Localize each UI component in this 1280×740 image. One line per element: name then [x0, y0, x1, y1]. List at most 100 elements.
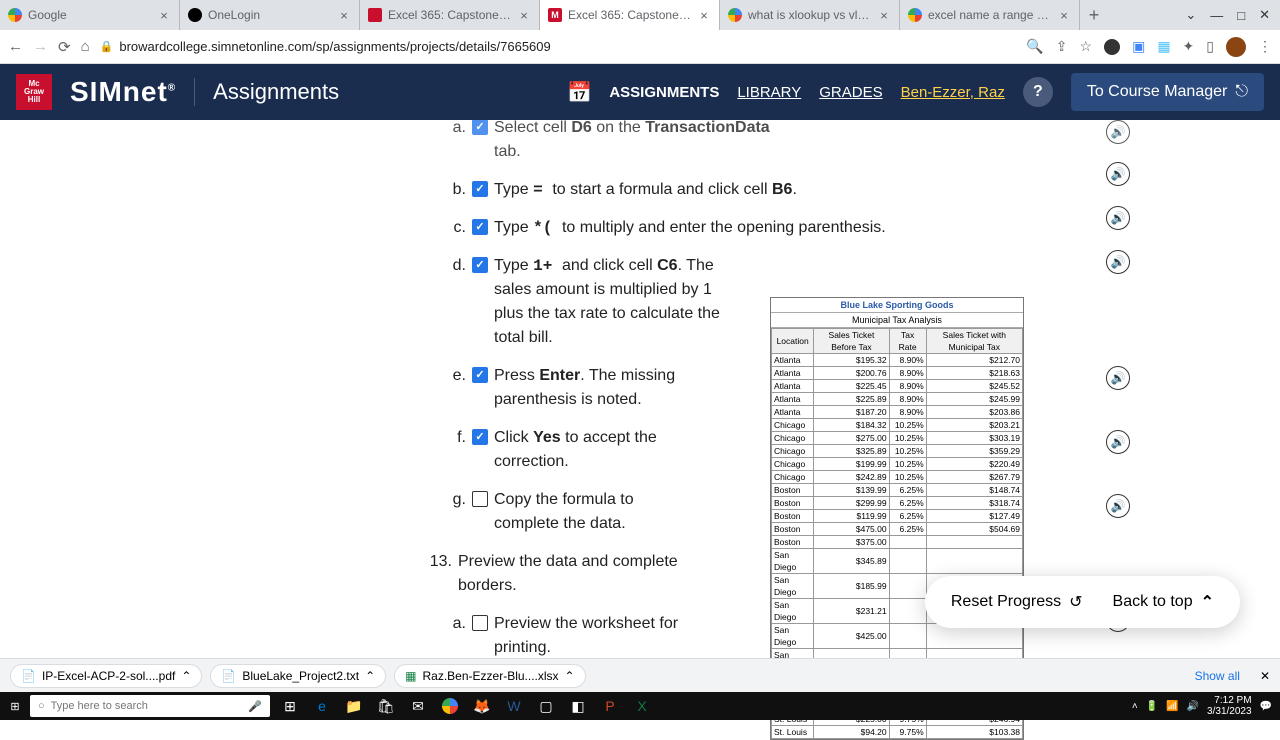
- brand: SIMnet®: [70, 76, 176, 108]
- checkbox-checked[interactable]: ✓: [472, 367, 488, 383]
- menu-icon[interactable]: ⋮: [1258, 38, 1272, 55]
- reload-icon[interactable]: ⟳: [58, 38, 71, 56]
- tab-xlookup[interactable]: what is xlookup vs vlookup - Go ×: [720, 0, 900, 30]
- speaker-icon[interactable]: 🔊: [1106, 430, 1130, 454]
- tray-chevron-icon[interactable]: ˄: [1132, 701, 1138, 712]
- google-icon: [8, 8, 22, 22]
- checkbox-unchecked[interactable]: [472, 615, 488, 631]
- extension-icon[interactable]: ▦: [1157, 38, 1170, 55]
- reset-progress-button[interactable]: Reset Progress↺: [951, 592, 1083, 612]
- system-tray: ˄ 🔋 📶 🔊 7:12 PM3/31/2023 💬: [1124, 695, 1280, 717]
- step-text: Copy the formula to complete the data.: [494, 488, 664, 536]
- url-bar[interactable]: 🔒 browardcollege.simnetonline.com/sp/ass…: [100, 39, 1017, 54]
- tab-capstone-sil[interactable]: MExcel 365: Capstone Project - SII×: [540, 0, 720, 30]
- store-icon[interactable]: 🛍: [372, 694, 400, 718]
- download-name: BlueLake_Project2.txt: [242, 669, 359, 683]
- minimize-icon[interactable]: —: [1210, 8, 1223, 23]
- date: 3/31/2023: [1207, 706, 1252, 717]
- chevron-up-icon[interactable]: ⌃: [365, 669, 375, 683]
- checkbox-unchecked[interactable]: [472, 491, 488, 507]
- new-tab-button[interactable]: +: [1080, 0, 1108, 30]
- speaker-icon[interactable]: 🔊: [1106, 162, 1130, 186]
- step-b: b. ✓ Type = to start a formula and click…: [450, 178, 1280, 202]
- google-icon: [908, 8, 922, 22]
- app-header: McGrawHill SIMnet® Assignments 📅 ASSIGNM…: [0, 64, 1280, 120]
- profile-avatar[interactable]: [1226, 37, 1246, 57]
- notifications-icon[interactable]: 💬: [1260, 701, 1272, 712]
- back-to-top-button[interactable]: Back to top⌃: [1113, 592, 1214, 612]
- download-item[interactable]: 📄BlueLake_Project2.txt⌃: [210, 664, 386, 688]
- volume-icon[interactable]: 🔊: [1187, 701, 1199, 712]
- speaker-icon[interactable]: 🔊: [1106, 120, 1130, 144]
- mic-icon[interactable]: 🎤: [248, 700, 262, 713]
- speaker-icon[interactable]: 🔊: [1106, 250, 1130, 274]
- edge-icon[interactable]: e: [308, 694, 336, 718]
- app-icon[interactable]: ▢: [532, 694, 560, 718]
- extension-icon[interactable]: ▣: [1132, 38, 1145, 55]
- back-icon[interactable]: ←: [8, 38, 23, 55]
- close-icon[interactable]: ×: [697, 8, 711, 22]
- checkbox-checked[interactable]: ✓: [472, 120, 488, 135]
- exit-icon: ⎋: [1235, 83, 1248, 101]
- mcgraw-hill-logo: McGrawHill: [16, 74, 52, 110]
- course-manager-button[interactable]: To Course Manager ⎋: [1071, 73, 1264, 111]
- chevron-up-icon[interactable]: ⌃: [181, 669, 191, 683]
- tab-label: what is xlookup vs vlookup - Go: [748, 8, 871, 22]
- help-icon[interactable]: ?: [1023, 77, 1053, 107]
- show-all-link[interactable]: Show all: [1195, 669, 1240, 683]
- taskbar-search[interactable]: ○Type here to search🎤: [30, 695, 270, 717]
- checkbox-checked[interactable]: ✓: [472, 181, 488, 197]
- close-icon[interactable]: ✕: [1260, 669, 1270, 683]
- close-icon[interactable]: ×: [877, 8, 891, 22]
- step-letter: a.: [450, 120, 466, 164]
- close-window-icon[interactable]: ✕: [1259, 7, 1270, 23]
- share-icon[interactable]: ⇪: [1056, 38, 1068, 55]
- speaker-icon[interactable]: 🔊: [1106, 206, 1130, 230]
- calendar-icon[interactable]: 📅: [567, 80, 591, 104]
- chevron-up-icon[interactable]: ⌃: [565, 669, 575, 683]
- explorer-icon[interactable]: 📁: [340, 694, 368, 718]
- task-view-icon[interactable]: ⊞: [276, 694, 304, 718]
- app-icon[interactable]: ◧: [564, 694, 592, 718]
- nav-library[interactable]: LIBRARY: [737, 84, 801, 101]
- speaker-icon[interactable]: 🔊: [1106, 494, 1130, 518]
- tab-capstone-cc[interactable]: Excel 365: Capstone Project - CC×: [360, 0, 540, 30]
- word-icon[interactable]: W: [500, 694, 528, 718]
- checkbox-checked[interactable]: ✓: [472, 429, 488, 445]
- window-controls: ⌄ — □ ✕: [1175, 0, 1280, 30]
- user-link[interactable]: Ben-Ezzer, Raz: [901, 84, 1005, 101]
- close-icon[interactable]: ×: [1057, 8, 1071, 22]
- close-icon[interactable]: ×: [157, 8, 171, 22]
- zoom-icon[interactable]: 🔍: [1026, 38, 1043, 55]
- course-btn-label: To Course Manager: [1087, 83, 1228, 101]
- mail-icon[interactable]: ✉: [404, 694, 432, 718]
- nav-grades[interactable]: GRADES: [819, 84, 882, 101]
- speaker-icon[interactable]: 🔊: [1106, 366, 1130, 390]
- home-icon[interactable]: ⌂: [81, 38, 90, 55]
- start-button[interactable]: ⊞: [0, 700, 30, 713]
- bookmark-icon[interactable]: ☆: [1080, 38, 1093, 55]
- extension-icon[interactable]: [1104, 39, 1120, 55]
- excel-icon[interactable]: X: [628, 694, 656, 718]
- checkbox-checked[interactable]: ✓: [472, 257, 488, 273]
- chevron-down-icon[interactable]: ⌄: [1185, 7, 1196, 23]
- download-item[interactable]: 📄IP-Excel-ACP-2-sol....pdf⌃: [10, 664, 202, 688]
- close-icon[interactable]: ×: [337, 8, 351, 22]
- tab-name-range[interactable]: excel name a range - Google Se ×: [900, 0, 1080, 30]
- powerpoint-icon[interactable]: P: [596, 694, 624, 718]
- tab-label: excel name a range - Google Se: [928, 8, 1051, 22]
- chrome-icon[interactable]: [436, 694, 464, 718]
- checkbox-checked[interactable]: ✓: [472, 219, 488, 235]
- nav-assignments[interactable]: ASSIGNMENTS: [609, 84, 719, 101]
- tab-onelogin[interactable]: OneLogin×: [180, 0, 360, 30]
- tab-google[interactable]: Google×: [0, 0, 180, 30]
- maximize-icon[interactable]: □: [1237, 8, 1245, 23]
- extensions-icon[interactable]: ✦: [1183, 38, 1195, 55]
- close-icon[interactable]: ×: [517, 8, 531, 22]
- wifi-icon[interactable]: 📶: [1166, 701, 1178, 712]
- download-item[interactable]: ▦Raz.Ben-Ezzer-Blu....xlsx⌃: [394, 664, 585, 688]
- clock[interactable]: 7:12 PM3/31/2023: [1207, 695, 1252, 717]
- firefox-icon[interactable]: 🦊: [468, 694, 496, 718]
- sidepanel-icon[interactable]: ▯: [1206, 38, 1214, 55]
- battery-icon[interactable]: 🔋: [1146, 701, 1158, 712]
